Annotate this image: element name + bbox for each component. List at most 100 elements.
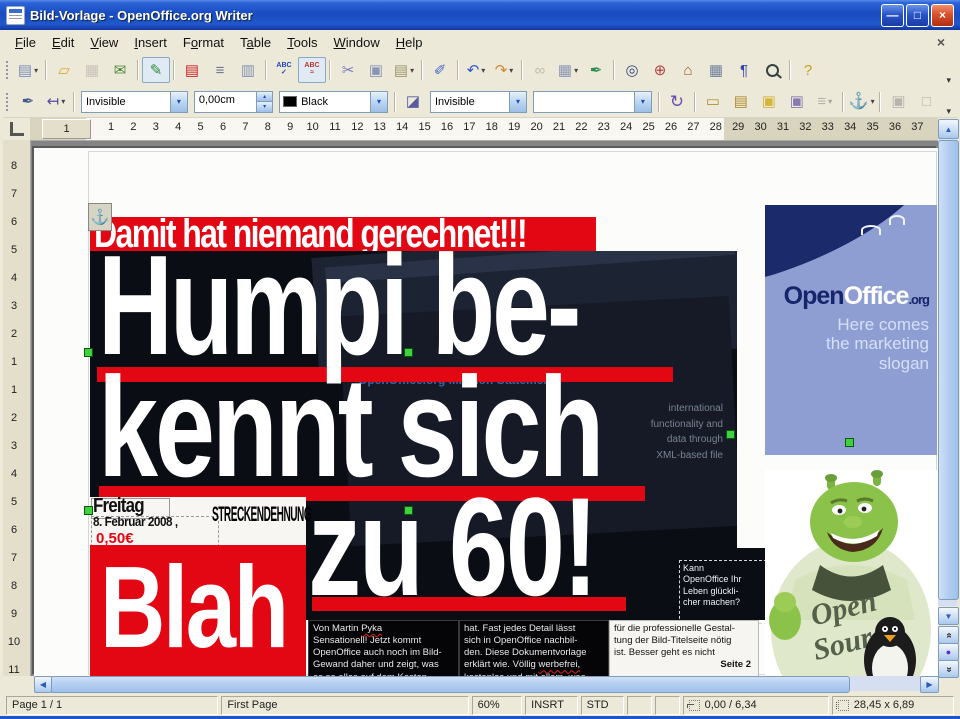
rotate-button[interactable]: ↻ [663,89,691,115]
scroll-right-button[interactable]: ▶ [920,676,939,693]
line-width-stepper[interactable]: 0,00cm ▴ ▾ [194,91,273,113]
autospellcheck-button[interactable]: ABC ≈ [298,57,326,83]
doc-modified-field[interactable] [655,696,680,715]
edit-file-button[interactable]: ✎ [142,57,170,83]
blah-block[interactable]: Blah [90,545,306,676]
document-canvas[interactable]: ⚓ Damit hat niemand gerechnet!!! OpenOff… [30,140,938,676]
copy-button[interactable]: ▣ [362,57,390,83]
spin-down-icon[interactable]: ▾ [257,101,272,112]
stepper-buttons[interactable]: ▴ ▾ [256,92,272,112]
document-page[interactable]: ⚓ Damit hat niemand gerechnet!!! OpenOff… [34,148,938,676]
shrek-image[interactable]: Open Source [765,470,937,676]
spellcheck-button[interactable]: ABC ✓ [270,57,298,83]
menu-format[interactable]: Format [175,32,232,53]
horizontal-scrollbar-thumb[interactable] [50,676,850,693]
group-button[interactable]: ▣ [884,89,912,115]
send-to-back-button[interactable]: ▣ [783,89,811,115]
ungroup-button[interactable]: □ [912,89,940,115]
change-anchor-button[interactable]: ⚓▾ [847,89,877,115]
redo-button[interactable]: ↷▾ [490,57,518,83]
email-button[interactable]: ✉ [106,57,134,83]
vertical-scrollbar-thumb[interactable] [938,140,959,600]
zoom-button[interactable] [758,57,786,83]
openoffice-ad-image[interactable]: OpenOffice.org Here comes the marketing … [765,205,937,455]
menu-table[interactable]: Table [232,32,279,53]
menu-edit[interactable]: Edit [44,32,82,53]
navigator-button[interactable]: ⊕ [646,57,674,83]
vertical-ruler[interactable]: 876543211234567891011 [3,140,31,676]
top-banner[interactable]: Damit hat niemand gerechnet!!! [90,217,596,251]
maximize-button[interactable]: □ [906,4,929,27]
fill-style-select[interactable]: Invisible ▾ [430,91,527,113]
area-style-button[interactable]: ◪ [399,89,427,115]
line-attributes-button[interactable]: ✒ [14,89,42,115]
menu-help[interactable]: Help [388,32,431,53]
article-column-1[interactable]: Von Martin PykaSensationell! Jetzt kommt… [308,620,459,676]
open-button[interactable]: ▱ [50,57,78,83]
menu-tools[interactable]: Tools [279,32,325,53]
dropdown-icon[interactable]: ▾ [634,92,651,112]
minimize-button[interactable]: — [881,4,904,27]
draw-functions-button[interactable]: ✒ [582,57,610,83]
zoom-level-field[interactable]: 60% [472,696,523,715]
undo-button[interactable]: ↶▾ [462,57,490,83]
insert-table-button[interactable]: ▦▾ [554,57,582,83]
close-document-icon[interactable]: × [929,34,953,50]
menu-file[interactable]: File [7,32,44,53]
nonprinting-characters-button[interactable]: ¶ [730,57,758,83]
hyperlink-button[interactable]: ∞ [526,57,554,83]
previous-page-button[interactable]: » [938,626,959,644]
title-bar[interactable]: Bild-Vorlage - OpenOffice.org Writer — □… [0,0,960,30]
menu-window[interactable]: Window [326,32,388,53]
arrow-style-button[interactable]: ↤▾ [42,89,70,115]
selection-handle[interactable] [404,506,413,515]
selection-handle[interactable] [404,348,413,357]
scroll-up-button[interactable]: ▲ [938,119,959,139]
menu-view[interactable]: View [82,32,126,53]
gallery-button[interactable]: ⌂ [674,57,702,83]
data-sources-button[interactable]: ▦ [702,57,730,83]
print-button[interactable]: ≡ [206,57,234,83]
question-box[interactable]: Kann OpenOffice Ihr Leben glückli- cher … [679,560,767,624]
ruler-corner[interactable] [3,117,30,140]
article-column-3[interactable]: für die professionelle Gestal- tung der … [609,620,759,676]
page-style-field[interactable]: First Page [221,696,468,715]
toolbar-grip[interactable] [5,92,10,112]
page-number-field[interactable]: Page 1 / 1 [6,696,218,715]
spin-up-icon[interactable]: ▴ [257,92,272,102]
selection-handle[interactable] [84,348,93,357]
hyperlink-mode-field[interactable] [627,696,652,715]
dropdown-icon[interactable]: ▾ [370,92,387,112]
next-page-button[interactable]: » [938,660,959,678]
toolbar-grip[interactable] [5,60,10,80]
article-column-2[interactable]: hat. Fast jedes Detail lässt sich in Ope… [459,620,609,676]
selection-handle[interactable] [726,430,735,439]
line-color-select[interactable]: Black ▾ [279,91,388,113]
object-position-field[interactable]: 0,00 / 6,34 [683,696,829,715]
insert-mode-field[interactable]: INSRT [525,696,577,715]
paste-button[interactable]: ▤▾ [390,57,418,83]
scroll-down-button[interactable]: ▼ [938,607,959,625]
toolbar-overflow-icon[interactable]: ▾ [940,106,957,117]
object-size-field[interactable]: 28,45 x 6,89 [832,696,954,715]
find-replace-button[interactable]: ◎ [618,57,646,83]
fill-color-select[interactable]: ▾ [533,91,652,113]
dropdown-icon[interactable]: ▾ [509,92,526,112]
close-button[interactable]: × [931,4,954,27]
line-style-select[interactable]: Invisible ▾ [81,91,188,113]
cut-button[interactable]: ✂ [334,57,362,83]
bring-to-front-button[interactable]: ▣ [755,89,783,115]
toolbar-overflow-icon[interactable]: ▾ [940,75,957,86]
export-pdf-button[interactable]: ▤ [178,57,206,83]
new-document-button[interactable]: ▤▾ [14,57,42,83]
save-button[interactable]: ▦ [78,57,106,83]
alignment-button[interactable]: ≡▾ [811,89,839,115]
help-button[interactable]: ? [794,57,822,83]
wrap-off-button[interactable]: ▭ [699,89,727,115]
selection-handle[interactable] [84,506,93,515]
selection-handle[interactable] [845,438,854,447]
format-paintbrush-button[interactable]: ✐ [426,57,454,83]
dropdown-icon[interactable]: ▾ [170,92,187,112]
selection-mode-field[interactable]: STD [581,696,624,715]
page-preview-button[interactable]: ▥ [234,57,262,83]
